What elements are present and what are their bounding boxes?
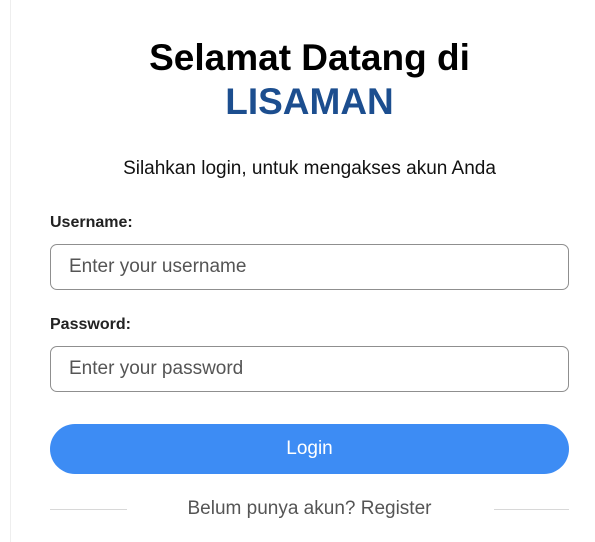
register-text: Belum punya akun? Register (50, 497, 569, 521)
username-label: Username: (50, 214, 133, 231)
login-card: Selamat Datang di LISAMAN Silahkan login… (50, 0, 569, 542)
divider-right (494, 509, 569, 510)
register-link[interactable]: Register (361, 498, 432, 519)
login-subtitle: Silahkan login, untuk mengakses akun And… (123, 158, 496, 179)
page-left-border (10, 0, 11, 542)
username-input[interactable] (50, 244, 569, 290)
title-line: Selamat Datang di (149, 37, 470, 78)
password-label: Password: (50, 316, 131, 333)
password-input[interactable] (50, 346, 569, 392)
page-title: Selamat Datang di LISAMAN (50, 36, 569, 124)
brand-name: LISAMAN (225, 81, 394, 122)
register-prompt: Belum punya akun? (187, 498, 356, 519)
register-row: Belum punya akun? Register (50, 497, 569, 521)
login-button[interactable]: Login (50, 424, 569, 474)
